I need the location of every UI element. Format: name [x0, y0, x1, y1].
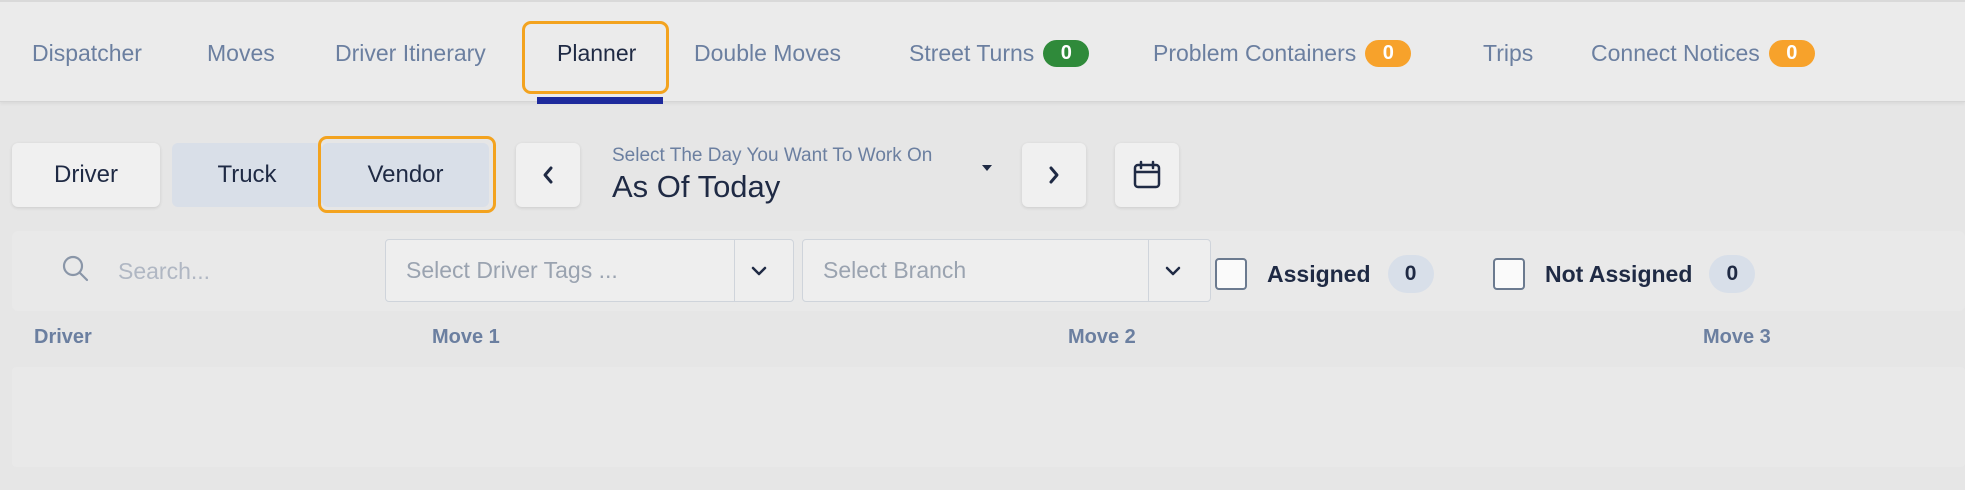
- previous-day-button[interactable]: [516, 143, 580, 207]
- column-header-move-3: Move 3: [1703, 326, 1771, 348]
- chevron-left-icon: [543, 166, 553, 184]
- chevron-down-icon: [751, 266, 767, 276]
- tab-double-moves[interactable]: Double Moves: [694, 2, 841, 104]
- tab-moves[interactable]: Moves: [207, 2, 275, 104]
- street-turns-badge: 0: [1043, 39, 1090, 67]
- driver-tags-select[interactable]: Select Driver Tags ...: [385, 239, 794, 302]
- column-header-move-2: Move 2: [1068, 326, 1136, 348]
- tab-label: Driver Itinerary: [335, 39, 486, 66]
- truck-view-button[interactable]: Truck: [172, 143, 322, 207]
- table-row: [12, 367, 1965, 467]
- vendor-view-button[interactable]: Vendor: [322, 143, 489, 207]
- search-input[interactable]: [118, 245, 368, 297]
- vendor-view-label: Vendor: [367, 161, 444, 188]
- problem-containers-badge: 0: [1365, 39, 1412, 67]
- tab-problem-containers[interactable]: Problem Containers 0: [1153, 2, 1412, 104]
- not-assigned-label: Not Assigned: [1545, 260, 1693, 287]
- tab-label: Double Moves: [694, 39, 842, 66]
- tab-trips[interactable]: Trips: [1483, 2, 1533, 104]
- tab-label: Problem Containers: [1153, 39, 1357, 66]
- caret-down-icon: [982, 165, 992, 171]
- select-divider: [1148, 240, 1149, 301]
- filter-bar: Select Driver Tags ... Select Branch Ass…: [12, 231, 1965, 311]
- driver-view-button[interactable]: Driver: [12, 143, 160, 207]
- tab-label: Moves: [207, 39, 275, 66]
- tab-label: Connect Notices: [1591, 39, 1760, 66]
- tab-label: Street Turns: [909, 39, 1035, 66]
- assigned-filter: Assigned 0: [1215, 255, 1434, 293]
- tab-dispatcher[interactable]: Dispatcher: [32, 2, 142, 104]
- tab-connect-notices[interactable]: Connect Notices 0: [1591, 2, 1815, 104]
- search-icon: [62, 255, 89, 282]
- driver-tags-placeholder: Select Driver Tags ...: [406, 257, 618, 283]
- chevron-down-icon: [1165, 266, 1181, 276]
- planner-highlight-box: [522, 21, 669, 94]
- column-header-driver: Driver: [34, 326, 92, 348]
- calendar-button[interactable]: [1115, 143, 1179, 207]
- date-picker[interactable]: Select The Day You Want To Work On As Of…: [600, 139, 1012, 211]
- select-divider: [734, 240, 735, 301]
- driver-view-label: Driver: [54, 161, 118, 188]
- tab-label: Dispatcher: [32, 39, 142, 66]
- tab-street-turns[interactable]: Street Turns 0: [909, 2, 1090, 104]
- branch-placeholder: Select Branch: [823, 257, 967, 283]
- chevron-right-icon: [1049, 166, 1059, 184]
- date-picker-value: As Of Today: [612, 169, 781, 204]
- connect-notices-badge: 0: [1768, 39, 1815, 67]
- tab-driver-itinerary[interactable]: Driver Itinerary: [335, 2, 486, 104]
- assigned-label: Assigned: [1267, 260, 1371, 287]
- truck-view-label: Truck: [217, 161, 277, 188]
- next-day-button[interactable]: [1022, 143, 1086, 207]
- not-assigned-checkbox[interactable]: [1493, 258, 1525, 290]
- not-assigned-filter: Not Assigned 0: [1493, 255, 1756, 293]
- active-tab-underline: [537, 97, 663, 104]
- not-assigned-count: 0: [1709, 255, 1756, 293]
- top-navigation: Dispatcher Moves Driver Itinerary Planne…: [0, 0, 1965, 104]
- date-picker-label: Select The Day You Want To Work On: [612, 145, 933, 166]
- tab-label: Trips: [1483, 39, 1534, 66]
- assigned-checkbox[interactable]: [1215, 258, 1247, 290]
- column-header-move-1: Move 1: [432, 326, 500, 348]
- branch-select[interactable]: Select Branch: [802, 239, 1211, 302]
- calendar-icon: [1133, 160, 1161, 189]
- assigned-count: 0: [1387, 255, 1434, 293]
